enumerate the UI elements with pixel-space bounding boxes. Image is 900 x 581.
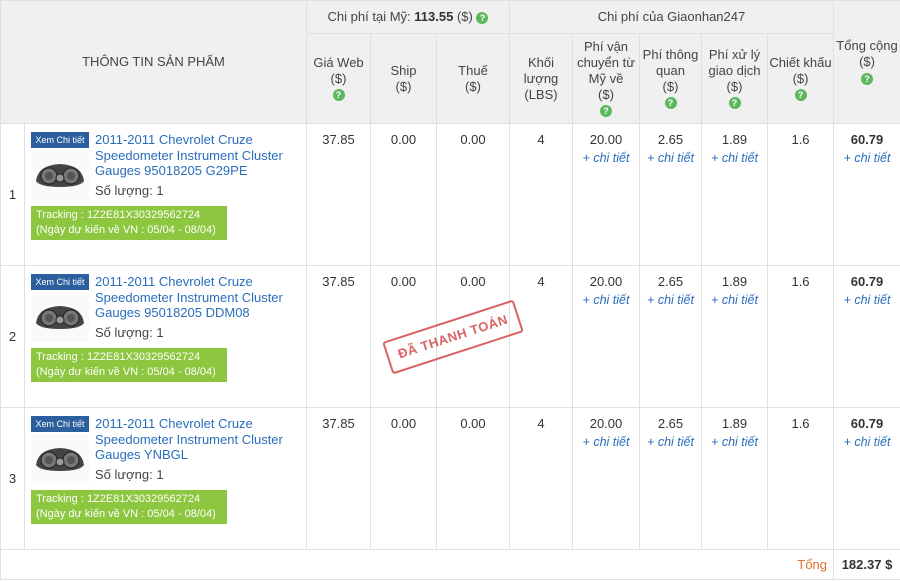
product-name-link[interactable]: 2011-2011 Chevrolet Cruze Speedometer In… <box>95 132 300 179</box>
quantity: Số lượng: 1 <box>95 182 164 198</box>
help-icon[interactable]: ? <box>794 89 807 102</box>
detail-link[interactable]: + chi tiết <box>702 151 767 165</box>
product-cell: Xem Chi tiết 2011-2011 Chevrolet Cruze S… <box>24 407 307 550</box>
quantity: Số lượng: 1 <box>95 324 164 340</box>
discount-cell: 1.6 <box>766 407 835 550</box>
row-index: 3 <box>0 407 25 550</box>
shipping-fee-header: Phí vận chuyển từ Mỹ về ($) ? <box>572 33 640 124</box>
quantity: Số lượng: 1 <box>95 466 164 482</box>
discount-cell: 1.6 <box>766 123 835 266</box>
processing-fee-header: Phí xử lý giao dịch ($) ? <box>701 33 768 124</box>
detail-link[interactable]: + chi tiết <box>834 435 900 449</box>
view-detail-button[interactable]: Xem Chi tiết <box>31 416 89 432</box>
customs-fee-cell: 2.65 + chi tiết <box>639 265 702 408</box>
detail-link[interactable]: + chi tiết <box>702 435 767 449</box>
help-icon[interactable]: ? <box>600 105 612 118</box>
shipping-fee-cell: 20.00 + chi tiết <box>572 265 640 408</box>
discount-header: Chiết khấu ($) ? <box>766 33 835 124</box>
ship-cell: 0.00 <box>370 123 437 266</box>
total-row: Tổng 182.37 $ <box>0 549 900 580</box>
detail-link[interactable]: + chi tiết <box>573 293 639 307</box>
detail-link[interactable]: + chi tiết <box>702 293 767 307</box>
total-header: Tổng cộng ($) ? <box>833 0 900 124</box>
us-cost-value: 113.55 <box>414 9 454 24</box>
web-price-cell: 37.85 <box>306 407 371 550</box>
us-cost-header: Chi phí tại Mỹ: 113.55 ($) ? <box>306 0 510 34</box>
help-icon[interactable]: ? <box>728 97 741 110</box>
product-info-header: THÔNG TIN SẢN PHẨM <box>0 0 307 124</box>
detail-link[interactable]: + chi tiết <box>640 293 701 307</box>
processing-fee-cell: 1.89 + chi tiết <box>701 265 768 408</box>
tracking-badge: Tracking : 1Z2E81X30329562724 (Ngày dự k… <box>31 348 227 382</box>
detail-link[interactable]: + chi tiết <box>573 435 639 449</box>
customs-fee-cell: 2.65 + chi tiết <box>639 407 702 550</box>
discount-cell: 1.6 <box>766 265 835 408</box>
product-name-link[interactable]: 2011-2011 Chevrolet Cruze Speedometer In… <box>95 274 300 321</box>
grand-total-label: Tổng <box>0 549 835 580</box>
speedometer-icon <box>36 448 84 471</box>
total-cell: 60.79 + chi tiết <box>833 123 900 266</box>
customs-fee-header: Phí thông quan ($) ? <box>639 33 702 124</box>
detail-link[interactable]: + chi tiết <box>834 293 900 307</box>
table-header: THÔNG TIN SẢN PHẨM Chi phí tại Mỹ: 113.5… <box>0 0 900 124</box>
shipping-fee-cell: 20.00 + chi tiết <box>572 407 640 550</box>
tracking-badge: Tracking : 1Z2E81X30329562724 (Ngày dự k… <box>31 206 227 240</box>
help-icon[interactable]: ? <box>476 11 489 24</box>
product-image[interactable] <box>31 150 89 200</box>
detail-link[interactable]: + chi tiết <box>834 151 900 165</box>
help-icon[interactable]: ? <box>332 89 345 102</box>
processing-fee-cell: 1.89 + chi tiết <box>701 123 768 266</box>
product-cell: Xem Chi tiết 2011-2011 Chevrolet Cruze S… <box>24 265 307 408</box>
detail-link[interactable]: + chi tiết <box>573 151 639 165</box>
help-icon[interactable]: ? <box>861 72 874 85</box>
view-detail-button[interactable]: Xem Chi tiết <box>31 274 89 290</box>
weight-cell: 4 <box>509 265 573 408</box>
weight-cell: 4 <box>509 123 573 266</box>
speedometer-icon <box>36 306 84 329</box>
total-cell: 60.79 + chi tiết <box>833 265 900 408</box>
speedometer-icon <box>36 164 84 187</box>
product-image[interactable] <box>31 292 89 342</box>
tracking-badge: Tracking : 1Z2E81X30329562724 (Ngày dự k… <box>31 490 227 524</box>
weight-cell: 4 <box>509 407 573 550</box>
row-index: 1 <box>0 123 25 266</box>
product-name-link[interactable]: 2011-2011 Chevrolet Cruze Speedometer In… <box>95 416 300 463</box>
web-price-cell: 37.85 <box>306 265 371 408</box>
detail-link[interactable]: + chi tiết <box>640 435 701 449</box>
total-cell: 60.79 + chi tiết <box>833 407 900 550</box>
table-row: 1 Xem Chi tiết 2011-2011 Chevrolet Cruze… <box>0 123 900 266</box>
order-cost-table: THÔNG TIN SẢN PHẨM Chi phí tại Mỹ: 113.5… <box>0 0 900 580</box>
product-cell: Xem Chi tiết 2011-2011 Chevrolet Cruze S… <box>24 123 307 266</box>
tax-header: Thuế ($) <box>436 33 510 124</box>
tax-cell: 0.00 <box>436 407 510 550</box>
grand-total-value: 182.37 $ <box>833 549 900 580</box>
gn-cost-header: Chi phí của Giaonhan247 <box>508 0 835 34</box>
processing-fee-cell: 1.89 + chi tiết <box>701 407 768 550</box>
ship-cell: 0.00 <box>370 407 437 550</box>
view-detail-button[interactable]: Xem Chi tiết <box>31 132 89 148</box>
help-icon[interactable]: ? <box>664 97 677 110</box>
customs-fee-cell: 2.65 + chi tiết <box>639 123 702 266</box>
ship-header: Ship ($) <box>370 33 437 124</box>
detail-link[interactable]: + chi tiết <box>640 151 701 165</box>
table-row: 3 Xem Chi tiết 2011-2011 Chevrolet Cruze… <box>0 407 900 550</box>
weight-header: Khối lượng (LBS) <box>509 33 573 124</box>
shipping-fee-cell: 20.00 + chi tiết <box>572 123 640 266</box>
product-image[interactable] <box>31 434 89 484</box>
tax-cell: 0.00 <box>436 123 510 266</box>
web-price-header: Giá Web ($) ? <box>306 33 371 124</box>
web-price-cell: 37.85 <box>306 123 371 266</box>
row-index: 2 <box>0 265 25 408</box>
